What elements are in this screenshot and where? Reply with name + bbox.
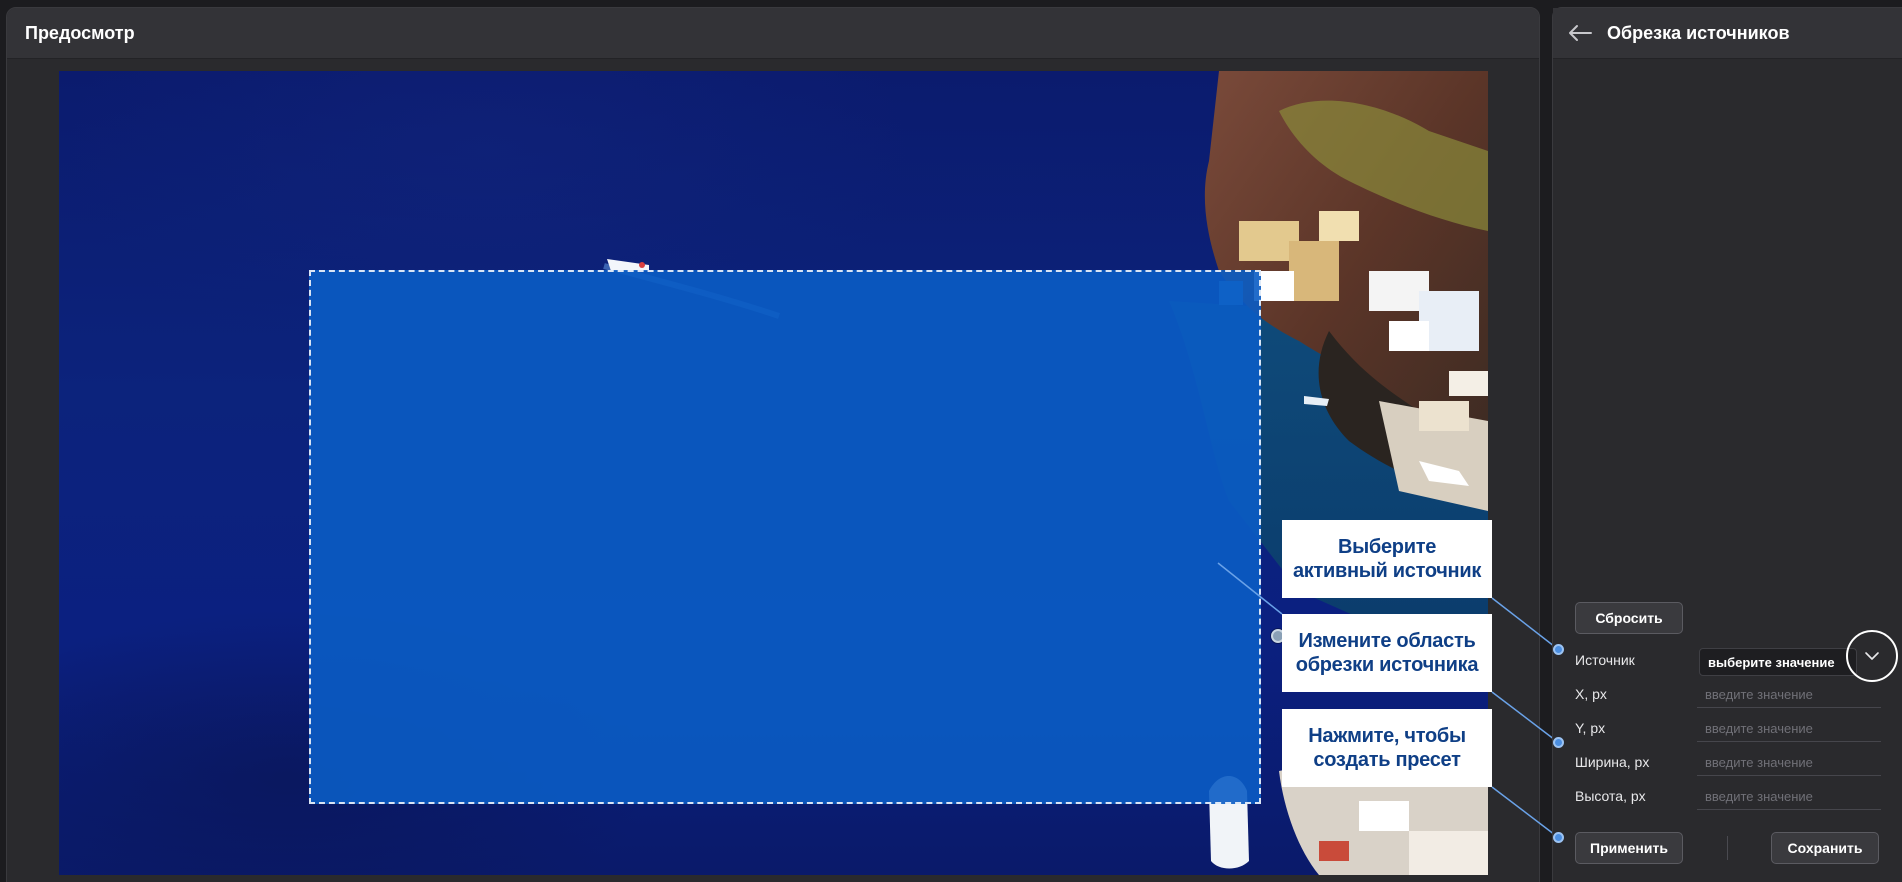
marker-apply [1553, 832, 1564, 843]
y-input[interactable] [1697, 716, 1881, 742]
crop-area[interactable] [309, 270, 1261, 804]
source-dropdown-toggle[interactable] [1846, 630, 1898, 682]
callout-3-line1: Нажмите, чтобы [1308, 725, 1466, 747]
callout-2-line2: обрезки источника [1295, 654, 1479, 676]
source-crop-panel: Обрезка источников Сбросить Источник выб… [1552, 7, 1902, 882]
source-label: Источник [1575, 652, 1635, 668]
marker-source [1553, 644, 1564, 655]
app-root: Предосмотр Выберите активный источник Из… [0, 0, 1902, 882]
height-label: Высота, px [1575, 788, 1646, 804]
x-label: X, px [1575, 686, 1607, 702]
height-input[interactable] [1697, 784, 1881, 810]
source-select[interactable]: выберите значение [1699, 648, 1857, 676]
width-input[interactable] [1697, 750, 1881, 776]
preview-title: Предосмотр [25, 22, 135, 43]
apply-button[interactable]: Применить [1575, 832, 1683, 864]
x-input[interactable] [1697, 682, 1881, 708]
reset-button[interactable]: Сбросить [1575, 602, 1683, 634]
crop-panel-title: Обрезка источников [1607, 22, 1790, 43]
preview-header: Предосмотр [7, 8, 1539, 59]
callout-select-source: Выберите активный источник [1282, 520, 1492, 598]
width-label: Ширина, px [1575, 754, 1650, 770]
crop-panel-header: Обрезка источников [1553, 8, 1902, 59]
back-arrow-icon[interactable] [1567, 23, 1593, 43]
callout-3-line2: создать пресет [1313, 749, 1461, 771]
y-label: Y, px [1575, 720, 1606, 736]
chevron-down-icon [1865, 652, 1879, 660]
callout-create-preset: Нажмите, чтобы создать пресет [1282, 709, 1492, 787]
callout-1-line1: Выберите [1337, 536, 1437, 558]
marker-crop-fields [1553, 737, 1564, 748]
save-button[interactable]: Сохранить [1771, 832, 1879, 864]
callout-2-line1: Измените область [1298, 630, 1476, 652]
callout-change-crop: Измените область обрезки источника [1282, 614, 1492, 692]
button-divider [1727, 836, 1728, 860]
source-select-value: выберите значение [1708, 654, 1835, 670]
preview-canvas[interactable] [59, 71, 1488, 875]
callout-1-line2: активный источник [1292, 560, 1482, 582]
